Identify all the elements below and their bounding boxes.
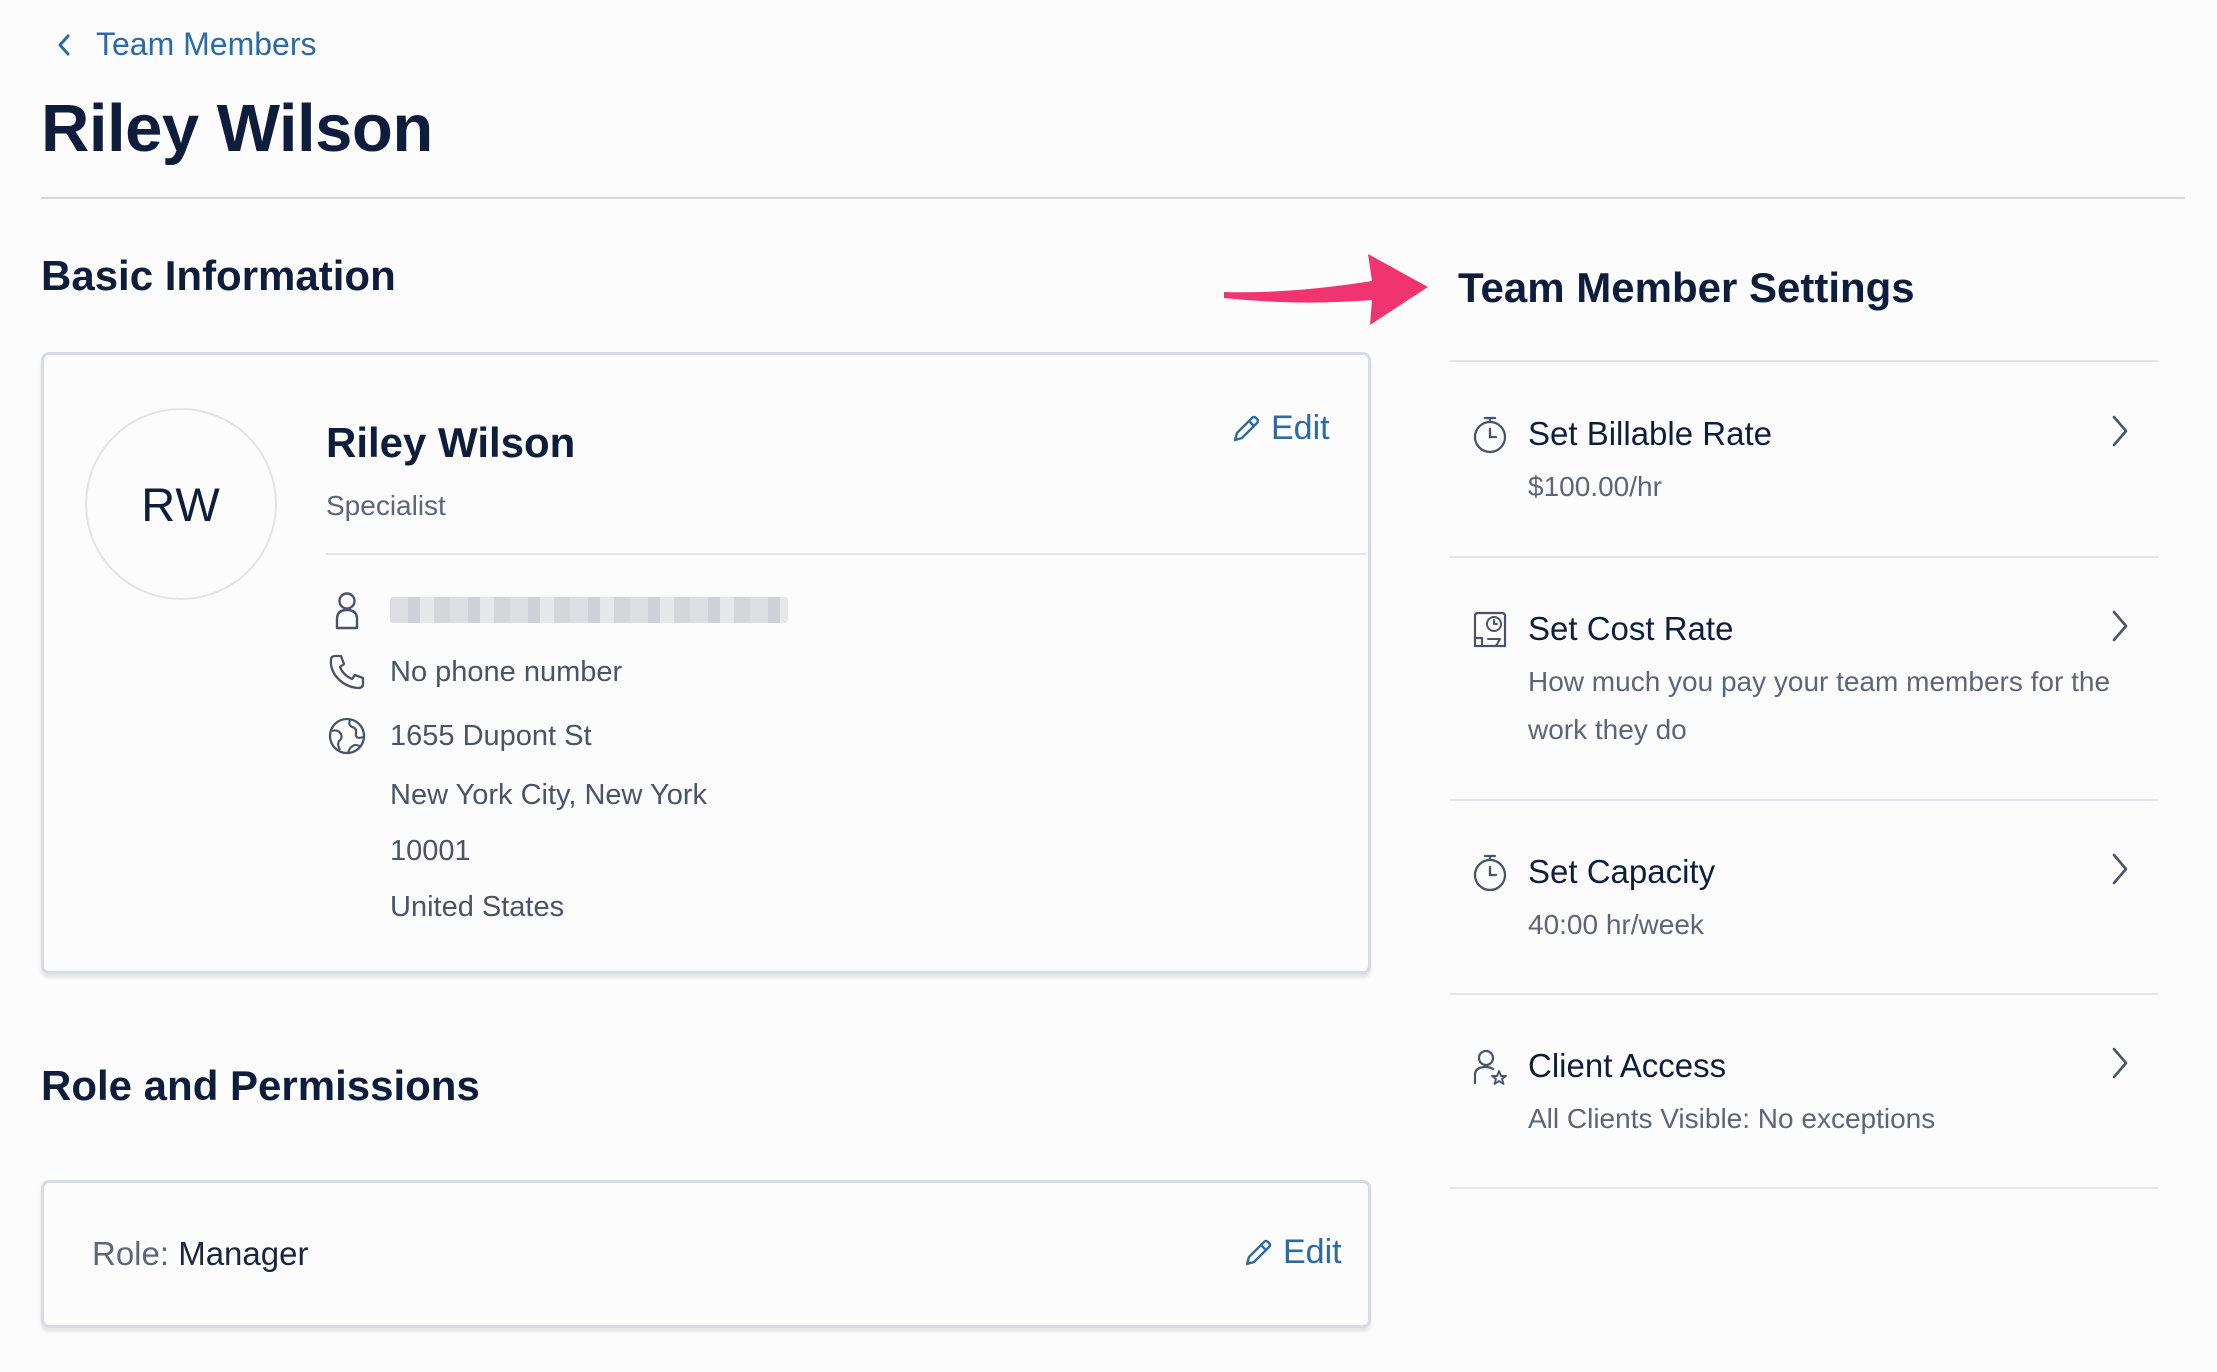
chevron-right-icon — [2112, 1047, 2128, 1079]
user-star-icon — [1473, 1049, 1507, 1085]
role-text: Role: Manager — [92, 1235, 308, 1273]
member-name: Riley Wilson — [326, 419, 576, 466]
stopwatch-icon — [1473, 854, 1507, 892]
chevron-left-icon — [58, 34, 70, 55]
setting-title[interactable]: Set Billable Rate — [1528, 415, 1772, 453]
avatar: RW — [85, 408, 277, 600]
setting-title[interactable]: Client Access — [1528, 1047, 1726, 1085]
email-redacted — [390, 597, 788, 623]
pencil-icon — [1245, 1239, 1272, 1265]
stopwatch-icon — [1473, 416, 1507, 454]
basic-info-heading: Basic Information — [41, 252, 396, 299]
setting-capacity[interactable]: Set Capacity 40:00 hr/week — [1450, 853, 2158, 953]
settings-divider — [1450, 1187, 2158, 1189]
setting-subtitle: 40:00 hr/week — [1528, 909, 1704, 940]
setting-subtitle: $100.00/hr — [1528, 471, 1662, 502]
setting-client-access[interactable]: Client Access All Clients Visible: No ex… — [1450, 1047, 2158, 1147]
chevron-right-icon — [2112, 610, 2128, 642]
role-prefix: Role: — [92, 1235, 179, 1272]
role-value: Manager — [178, 1235, 309, 1272]
phone-icon — [329, 654, 365, 690]
setting-subtitle: How much you pay your team members for t… — [1528, 666, 2111, 745]
page-title: Riley Wilson — [41, 91, 433, 166]
chevron-right-icon — [2112, 415, 2128, 447]
phone-row: No phone number — [326, 651, 622, 693]
breadcrumb-label[interactable]: Team Members — [96, 26, 317, 63]
team-member-page: Team Members Riley Wilson Basic Informat… — [0, 0, 2217, 1372]
title-divider — [41, 197, 2185, 199]
globe-icon — [328, 717, 366, 755]
setting-title[interactable]: Set Capacity — [1528, 853, 1715, 891]
edit-role-button[interactable]: Edit — [1241, 1233, 1342, 1272]
phone-text: No phone number — [390, 655, 623, 688]
card-divider — [326, 553, 1366, 555]
settings-divider — [1450, 360, 2158, 362]
setting-billable-rate[interactable]: Set Billable Rate $100.00/hr — [1450, 415, 2158, 515]
address-country: United States — [390, 891, 565, 923]
edit-basic-info-button[interactable]: Edit — [1229, 409, 1330, 448]
setting-cost-rate[interactable]: Set Cost Rate How much you pay your team… — [1450, 610, 2158, 750]
address-street: 1655 Dupont St — [390, 719, 592, 752]
settings-divider — [1450, 993, 2158, 995]
address-zip: 10001 — [390, 835, 471, 867]
user-icon — [335, 592, 359, 630]
email-row — [326, 589, 788, 631]
member-role: Specialist — [326, 490, 446, 521]
breadcrumb-back-link[interactable]: Team Members — [54, 26, 317, 63]
annotation-arrow-icon — [1224, 254, 1428, 325]
edit-label[interactable]: Edit — [1283, 1233, 1342, 1272]
address-row: 1655 Dupont St — [326, 715, 592, 757]
edit-label[interactable]: Edit — [1271, 409, 1330, 448]
role-permissions-heading: Role and Permissions — [41, 1062, 480, 1109]
role-card: Role: Manager Edit — [41, 1180, 1371, 1328]
pencil-icon — [1233, 415, 1260, 441]
settings-divider — [1450, 799, 2158, 801]
setting-subtitle: All Clients Visible: No exceptions — [1528, 1103, 1936, 1134]
setting-title[interactable]: Set Cost Rate — [1528, 610, 1733, 648]
cost-rate-icon — [1473, 611, 1507, 648]
settings-divider — [1450, 556, 2158, 558]
address-city-state: New York City, New York — [390, 779, 707, 811]
settings-heading: Team Member Settings — [1458, 264, 1915, 311]
basic-info-card: RW Riley Wilson Specialist Edit No phone… — [41, 352, 1371, 974]
chevron-right-icon — [2112, 853, 2128, 885]
